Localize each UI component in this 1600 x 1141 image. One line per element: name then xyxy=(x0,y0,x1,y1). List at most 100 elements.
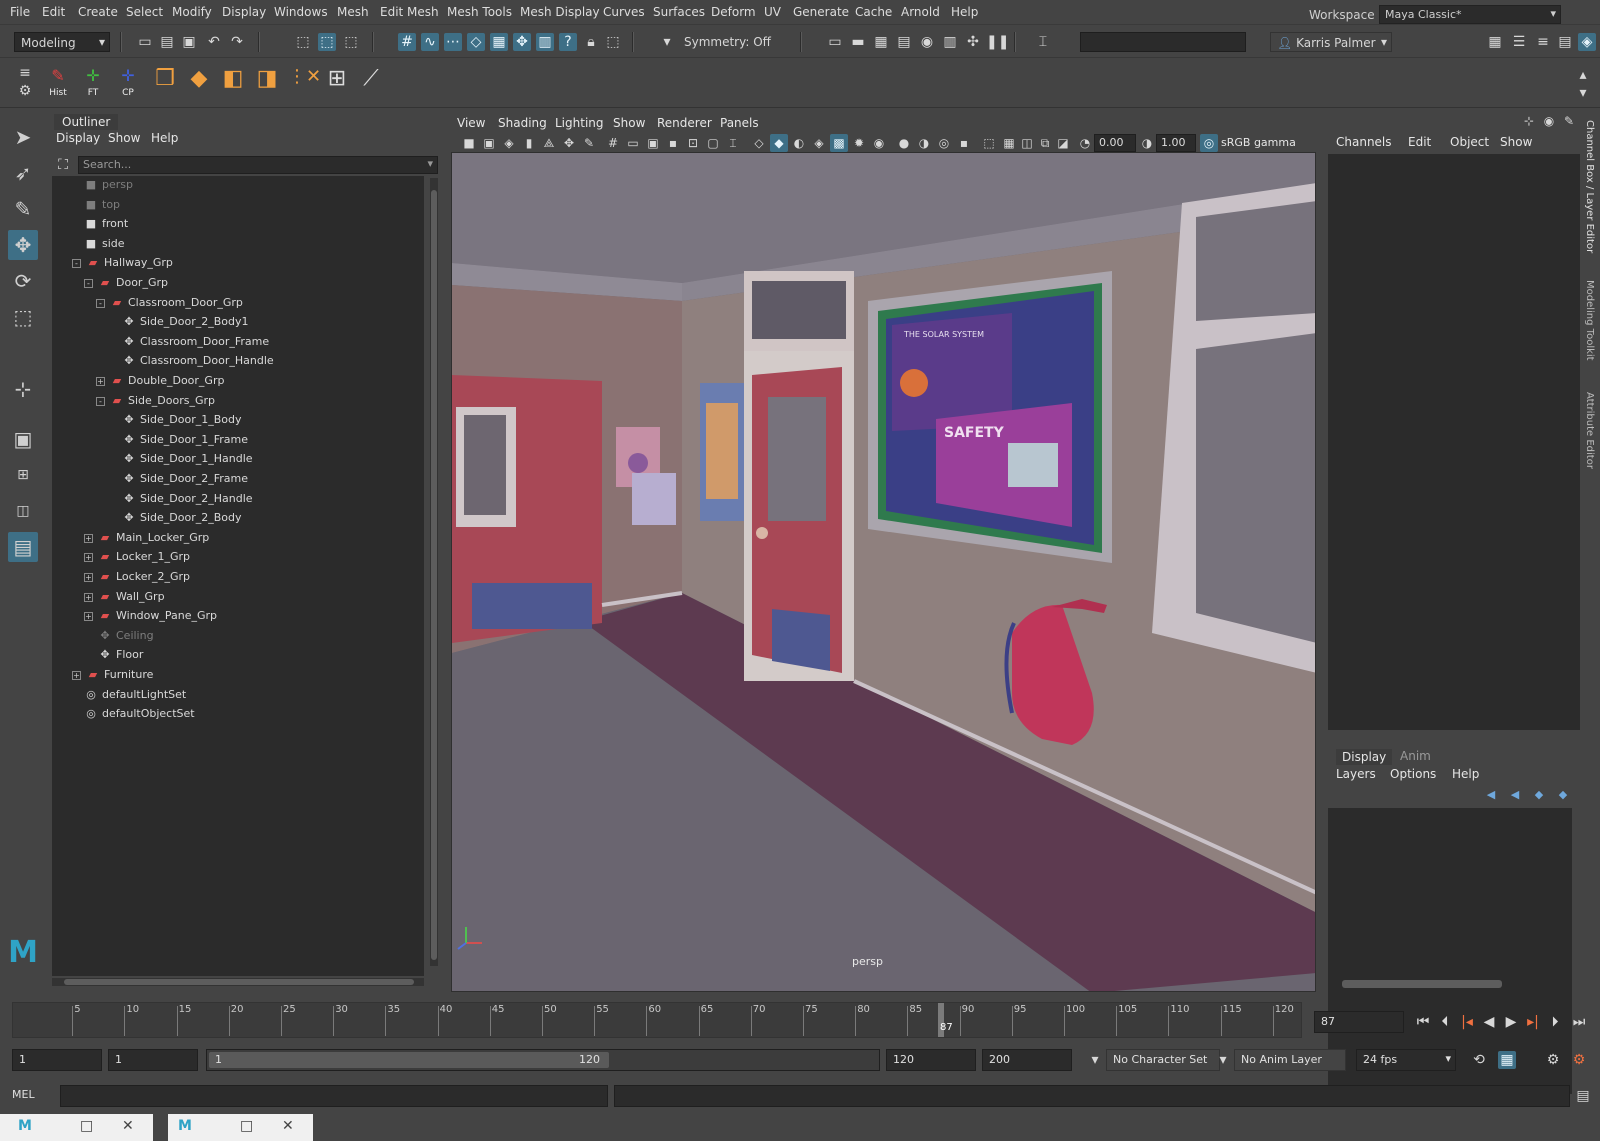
animation-preferences-icon[interactable]: ⚙ xyxy=(1570,1051,1588,1069)
outliner-row[interactable]: ✥ Side_Door_2_Body1 xyxy=(122,315,248,335)
channel-box-help-icon[interactable]: ◉ xyxy=(1540,112,1558,130)
render-view-icon[interactable]: ▭ xyxy=(826,33,844,51)
step-forward-frame-icon[interactable]: ⏵ xyxy=(1546,1013,1564,1031)
layer-editor-icon[interactable]: ◈ xyxy=(1578,33,1596,51)
tree-expander[interactable]: + xyxy=(84,592,93,602)
current-frame-field[interactable]: 87 xyxy=(1314,1011,1404,1033)
select-object-icon[interactable]: ⬚ xyxy=(318,33,336,51)
exposure-field[interactable]: 0.00 xyxy=(1094,134,1136,152)
taskbar-window-1[interactable]: M □ ✕ xyxy=(0,1114,153,1141)
symmetry-dropdown[interactable]: Symmetry: Off xyxy=(678,32,774,52)
outliner-row[interactable]: ▰ Side_Doors_Grp xyxy=(110,394,215,414)
step-back-key-icon[interactable]: |◂ xyxy=(1458,1013,1476,1031)
render-setup-icon[interactable]: ▥ xyxy=(941,33,959,51)
wireframe-icon[interactable]: ◇ xyxy=(750,134,768,152)
menu-windows[interactable]: Windows xyxy=(274,5,328,19)
layer-tab-anim[interactable]: Anim xyxy=(1400,749,1431,763)
rotate-tool-icon[interactable]: ⟳ xyxy=(8,266,38,296)
safe-title-icon[interactable]: ⌶ xyxy=(724,134,742,152)
outliner-row[interactable]: ■ persp xyxy=(84,178,133,198)
menu-mesh[interactable]: Mesh xyxy=(337,5,369,19)
snap-plane-icon[interactable]: ◇ xyxy=(467,33,485,51)
menu-edit[interactable]: Edit xyxy=(42,5,65,19)
backface-culling-icon[interactable]: ◪ xyxy=(1054,134,1072,152)
two-view-layout-icon[interactable]: ◫ xyxy=(8,496,38,526)
menu-uv[interactable]: UV xyxy=(764,5,781,19)
tree-expander[interactable]: + xyxy=(84,612,93,622)
hypershade-icon[interactable]: ◉ xyxy=(918,33,936,51)
channel-list[interactable] xyxy=(1328,154,1580,730)
animation-end-field[interactable]: 200 xyxy=(982,1049,1072,1071)
tree-expander[interactable]: - xyxy=(96,396,105,406)
channel-box-icon[interactable]: ▤ xyxy=(1556,33,1574,51)
outliner-layout-icon[interactable]: ▤ xyxy=(8,532,38,562)
range-slider-bar[interactable] xyxy=(209,1052,609,1068)
layers-menu[interactable]: Layers xyxy=(1336,767,1376,781)
viewport-menu-panels[interactable]: Panels xyxy=(720,116,759,130)
outliner-row[interactable]: ■ top xyxy=(84,198,120,218)
outliner-row[interactable]: ✥ Classroom_Door_Handle xyxy=(122,354,273,374)
outliner-row[interactable]: ■ side xyxy=(84,237,125,257)
resolution-gate-icon[interactable]: ▣ xyxy=(644,134,662,152)
auto-key-icon[interactable]: ▦ xyxy=(1498,1051,1516,1069)
modeling-toolkit-icon[interactable]: ▦ xyxy=(1486,33,1504,51)
single-perspective-layout-icon[interactable]: ▣ xyxy=(8,424,38,454)
image-plane-icon[interactable]: ⟁ xyxy=(540,134,558,152)
tool-settings-icon[interactable]: ≡ xyxy=(1534,33,1552,51)
menu-cache[interactable]: Cache xyxy=(855,5,892,19)
select-tool-icon[interactable]: ➤ xyxy=(8,122,38,152)
menuset-dropdown[interactable]: Modeling ▾ xyxy=(14,32,110,52)
redo-icon[interactable]: ↷ xyxy=(228,33,246,51)
shelf-scroll-up-icon[interactable]: ▴ xyxy=(1574,66,1592,84)
side-tab-modeling-toolkit[interactable]: Modeling Toolkit xyxy=(1584,280,1595,361)
scrollbar-thumb[interactable] xyxy=(64,979,414,985)
film-gate-icon[interactable]: ▭ xyxy=(624,134,642,152)
bookmark-icon[interactable]: ▮ xyxy=(520,134,538,152)
outliner-row[interactable]: ▰ Furniture xyxy=(86,668,154,688)
menu-deform[interactable]: Deform xyxy=(711,5,756,19)
render-settings-icon[interactable]: ▤ xyxy=(895,33,913,51)
gamma-icon[interactable]: ◑ xyxy=(1138,134,1156,152)
outliner-search-input[interactable]: Search... ▾ xyxy=(78,156,438,174)
attribute-editor-icon[interactable]: ☰ xyxy=(1510,33,1528,51)
safe-action-icon[interactable]: ▢ xyxy=(704,134,722,152)
character-set-dropdown[interactable]: No Character Set xyxy=(1106,1049,1220,1071)
outliner-row[interactable]: ✥ Side_Door_2_Body xyxy=(122,511,241,531)
snap-surface-icon[interactable]: ▦ xyxy=(490,33,508,51)
workspace-dropdown[interactable]: Maya Classic* ▾ xyxy=(1379,5,1561,24)
grease-pencil-icon[interactable]: ✎ xyxy=(580,134,598,152)
save-scene-icon[interactable]: ▣ xyxy=(180,33,198,51)
tree-expander[interactable]: - xyxy=(96,298,105,308)
select-component-icon[interactable]: ⬚ xyxy=(342,33,360,51)
manipulator-icon[interactable]: ⊹ xyxy=(8,374,38,404)
step-back-frame-icon[interactable]: ⏴ xyxy=(1436,1013,1454,1031)
layer-hscroll-thumb[interactable] xyxy=(1342,980,1502,988)
lock-icon[interactable]: 🔒︎ xyxy=(582,33,600,51)
input-line-field[interactable] xyxy=(1080,32,1246,52)
chevron-down-icon[interactable]: ▾ xyxy=(1086,1051,1104,1069)
camera-icon[interactable]: ■ xyxy=(460,134,478,152)
render-region-icon[interactable]: ▥ xyxy=(536,33,554,51)
outliner-row[interactable]: ▰ Locker_2_Grp xyxy=(98,570,190,590)
select-hierarchy-icon[interactable]: ⬚ xyxy=(294,33,312,51)
tree-expander[interactable]: + xyxy=(72,671,81,680)
outliner-row[interactable]: ✥ Classroom_Door_Frame xyxy=(122,335,269,355)
user-dropdown[interactable]: 👤︎ Karris Palmer ▾ xyxy=(1270,32,1392,52)
outliner-row[interactable]: ▰ Double_Door_Grp xyxy=(110,374,225,394)
shelf-button-hist[interactable]: ✎ Hist xyxy=(44,66,72,98)
outliner-row[interactable]: ■ front xyxy=(84,217,128,237)
screen-space-ao-icon[interactable]: ● xyxy=(895,134,913,152)
undo-icon[interactable]: ↶ xyxy=(205,33,223,51)
gamma-field[interactable]: 1.00 xyxy=(1156,134,1196,152)
smooth-shade-icon[interactable]: ◆ xyxy=(770,134,788,152)
close-icon[interactable]: ✕ xyxy=(282,1118,294,1134)
open-scene-icon[interactable]: ▤ xyxy=(158,33,176,51)
camera-attributes-icon[interactable]: ◈ xyxy=(500,134,518,152)
menu-select[interactable]: Select xyxy=(126,5,163,19)
preferences-icon[interactable]: ⚙ xyxy=(1544,1051,1562,1069)
xray-joints-icon[interactable]: ⧉ xyxy=(1036,134,1054,152)
side-tab-attribute-editor[interactable]: Attribute Editor xyxy=(1584,392,1595,469)
play-forwards-icon[interactable]: ▶ xyxy=(1502,1013,1520,1031)
outliner-row[interactable]: ▰ Hallway_Grp xyxy=(86,256,173,276)
menu-modify[interactable]: Modify xyxy=(172,5,212,19)
